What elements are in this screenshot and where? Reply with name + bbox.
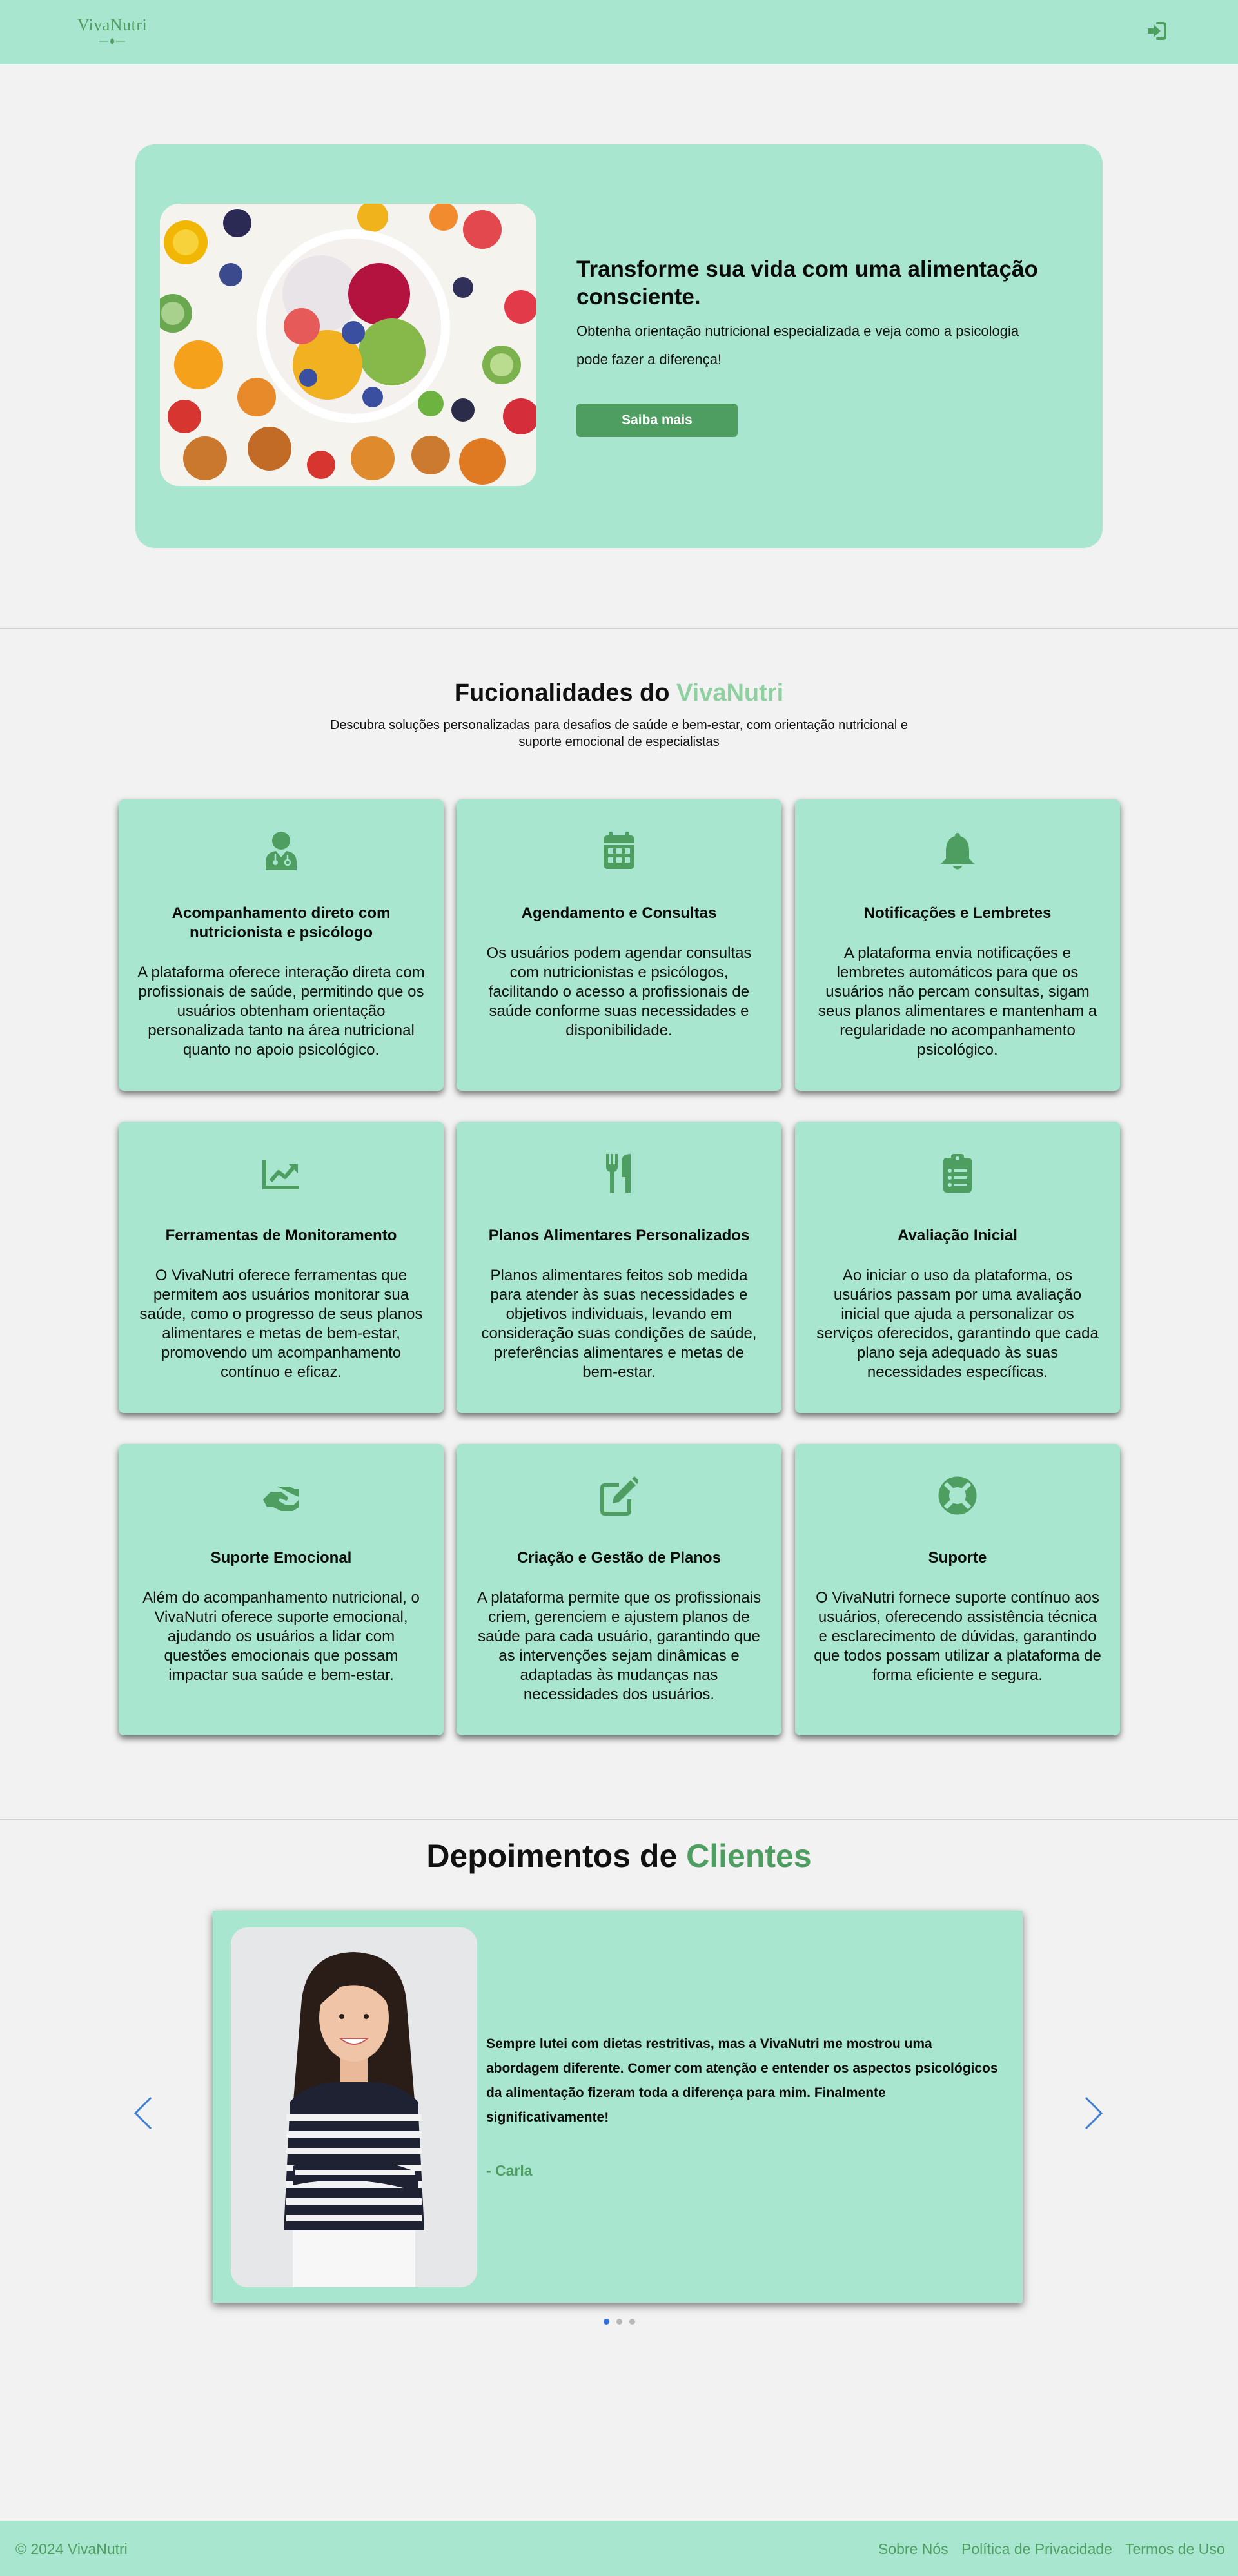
footer-link-about[interactable]: Sobre Nós <box>878 2541 948 2558</box>
feature-card-text: Os usuários podem agendar consultas com … <box>486 944 752 1039</box>
feature-card: Ferramentas de Monitoramento O VivaNutri… <box>119 1122 444 1413</box>
feature-card: Acompanhamento direto com nutricionista … <box>119 799 444 1091</box>
carousel-dot[interactable] <box>629 2319 635 2325</box>
feature-card-title: Planos Alimentares Personalizados <box>488 1227 750 1244</box>
testimonial-card: Sempre lutei com dietas restritivas, mas… <box>213 1911 1023 2303</box>
edit-icon <box>600 1476 638 1516</box>
testimonials-title-prefix: Depoimentos de <box>426 1838 687 1874</box>
life-ring-icon <box>938 1476 977 1515</box>
feature-card-text: O VivaNutri oferece ferramentas que perm… <box>139 1267 423 1381</box>
feature-card-text: A plataforma oferece interação direta co… <box>137 964 425 1059</box>
features-title-prefix: Fucionalidades do <box>454 679 676 707</box>
chevron-right-icon <box>1085 2096 1103 2130</box>
feature-card: Notificações e Lembretes A plataforma en… <box>795 799 1120 1091</box>
feature-card-title: Suporte Emocional <box>210 1549 352 1566</box>
feature-card-text: Planos alimentares feitos sob medida par… <box>481 1267 757 1381</box>
copyright-text: © 2024 VivaNutri <box>15 2541 128 2557</box>
site-footer: © 2024 VivaNutri Sobre Nós Política de P… <box>0 2521 1238 2576</box>
calendar-icon <box>604 832 634 869</box>
feature-card: Suporte O VivaNutri fornece suporte cont… <box>795 1444 1120 1735</box>
feature-card: Avaliação Inicial Ao iniciar o uso da pl… <box>795 1122 1120 1413</box>
feature-card-title: Suporte <box>928 1549 987 1566</box>
testimonial-quote: Sempre lutei com dietas restritivas, mas… <box>486 2036 998 2125</box>
logo-text: VivaNutri <box>77 15 148 34</box>
feature-card-title: Ferramentas de Monitoramento <box>165 1227 397 1244</box>
login-button[interactable] <box>1145 19 1168 43</box>
learn-more-button[interactable]: Saiba mais <box>576 404 738 437</box>
hero-description: Obtenha orientação nutricional especiali… <box>576 323 1019 367</box>
carousel-next-button[interactable] <box>1083 2095 1105 2131</box>
carousel-indicators <box>600 2317 638 2326</box>
site-header: VivaNutri <box>0 0 1238 64</box>
testimonial-author: - Carla <box>486 2162 533 2179</box>
feature-card-title: Notificações e Lembretes <box>863 904 1052 922</box>
feature-card: Criação e Gestão de Planos A plataforma … <box>457 1444 781 1735</box>
footer-link-privacy[interactable]: Política de Privacidade <box>961 2541 1112 2558</box>
hands-helping-icon <box>263 1487 299 1511</box>
fruit-bowl-illustration <box>160 204 536 486</box>
leaf-ornament-icon <box>99 38 125 44</box>
hero-food-image <box>160 204 536 486</box>
hero-title: Transforme sua vida com uma alimentação … <box>576 257 1038 309</box>
features-title-brand: VivaNutri <box>676 679 784 707</box>
client-portrait <box>231 1927 477 2287</box>
feature-card-text: A plataforma envia notificações e lembre… <box>818 944 1097 1059</box>
features-title: Fucionalidades do VivaNutri <box>0 676 1238 710</box>
testimonials-title-highlight: Clientes <box>686 1838 812 1874</box>
feature-card-title: Acompanhamento direto com nutricionista … <box>172 904 391 941</box>
utensils-icon <box>606 1154 631 1193</box>
feature-card-text: O VivaNutri fornece suporte contínuo aos… <box>814 1589 1101 1684</box>
clipboard-list-icon <box>943 1154 972 1193</box>
features-subtitle: Descubra soluções personalizadas para de… <box>329 718 909 749</box>
bell-icon <box>941 833 974 870</box>
sign-in-icon <box>1148 22 1166 40</box>
feature-card-title: Agendamento e Consultas <box>521 904 717 922</box>
feature-card: Agendamento e Consultas Os usuários pode… <box>457 799 781 1091</box>
client-photo <box>231 1927 477 2287</box>
carousel-dot-active[interactable] <box>604 2319 609 2325</box>
footer-link-terms[interactable]: Termos de Uso <box>1125 2541 1225 2558</box>
carousel-prev-button[interactable] <box>132 2095 153 2131</box>
logo[interactable]: VivaNutri <box>67 14 157 48</box>
feature-card: Suporte Emocional Além do acompanhamento… <box>119 1444 444 1735</box>
chevron-left-icon <box>133 2096 152 2130</box>
feature-card-text: A plataforma permite que os profissionai… <box>477 1589 761 1703</box>
carousel-dot[interactable] <box>616 2319 622 2325</box>
feature-card-text: Além do acompanhamento nutricional, o Vi… <box>142 1589 420 1684</box>
chart-line-icon <box>262 1160 299 1189</box>
feature-card-text: Ao iniciar o uso da plataforma, os usuár… <box>816 1267 1099 1381</box>
hero-section: Transforme sua vida com uma alimentação … <box>135 144 1103 548</box>
doctor-icon <box>266 832 297 870</box>
section-divider <box>0 628 1238 629</box>
testimonials-title: Depoimentos de Clientes <box>0 1833 1238 1878</box>
section-divider <box>0 1819 1238 1820</box>
feature-card-title: Criação e Gestão de Planos <box>516 1549 722 1566</box>
feature-card-title: Avaliação Inicial <box>898 1227 1017 1244</box>
feature-card: Planos Alimentares Personalizados Planos… <box>457 1122 781 1413</box>
